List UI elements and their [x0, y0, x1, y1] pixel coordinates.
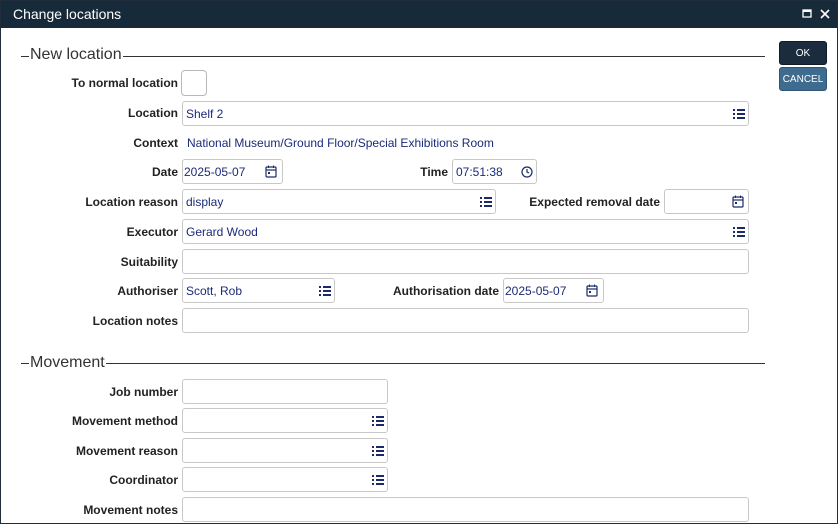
date-label: Date [151, 165, 178, 179]
coordinator-field[interactable] [182, 467, 388, 492]
movement-notes-field[interactable] [182, 497, 749, 522]
maximize-icon[interactable] [800, 6, 814, 22]
suitability-label: Suitability [120, 255, 178, 269]
location-reason-value: display [186, 195, 224, 209]
location-notes-label: Location notes [92, 314, 178, 328]
location-field[interactable]: Shelf 2 [182, 101, 749, 126]
clock-icon[interactable] [520, 164, 534, 179]
movement-reason-field[interactable] [182, 438, 388, 463]
movement-method-field[interactable] [182, 408, 388, 433]
authoriser-field[interactable]: Scott, Rob [182, 278, 335, 303]
movement-method-label: Movement method [71, 414, 178, 428]
section-title-new-location: New location [29, 46, 123, 64]
calendar-icon[interactable] [585, 283, 599, 298]
title-bar: Change locations [1, 1, 837, 28]
expected-removal-date-field[interactable] [664, 189, 749, 214]
authoriser-label: Authoriser [117, 284, 178, 298]
list-picker-icon[interactable] [371, 472, 385, 487]
to-normal-location-checkbox[interactable] [181, 70, 207, 96]
location-reason-field[interactable]: display [182, 189, 496, 214]
list-picker-icon[interactable] [732, 106, 746, 121]
ok-button[interactable]: OK [779, 41, 827, 65]
authorisation-date-label: Authorisation date [392, 284, 499, 298]
authorisation-date-field[interactable]: 2025-05-07 [503, 278, 604, 303]
context-label: Context [133, 136, 178, 150]
executor-field[interactable]: Gerard Wood [182, 219, 749, 244]
authorisation-date-value: 2025-05-07 [505, 284, 567, 298]
list-picker-icon[interactable] [371, 443, 385, 458]
calendar-icon[interactable] [731, 194, 745, 209]
section-divider [21, 56, 765, 57]
list-picker-icon[interactable] [318, 283, 332, 298]
location-label: Location [128, 106, 178, 120]
authoriser-value: Scott, Rob [186, 284, 243, 298]
list-picker-icon[interactable] [371, 413, 385, 428]
location-notes-field[interactable] [182, 308, 749, 333]
suitability-field[interactable] [182, 249, 749, 274]
job-number-label: Job number [109, 385, 178, 399]
list-picker-icon[interactable] [479, 194, 493, 209]
section-divider [21, 363, 765, 364]
close-icon[interactable] [818, 6, 832, 22]
location-value: Shelf 2 [186, 107, 224, 121]
time-value: 07:51:38 [456, 165, 503, 179]
date-value: 2025-05-07 [184, 165, 246, 179]
job-number-field[interactable] [182, 379, 388, 404]
section-title-movement: Movement [29, 354, 106, 372]
time-label: Time [420, 165, 448, 179]
dialog-title: Change locations [13, 6, 122, 22]
to-normal-location-label: To normal location [71, 76, 178, 90]
location-reason-label: Location reason [85, 195, 178, 209]
change-locations-dialog: Change locations OK CANCEL New location … [0, 0, 838, 524]
expected-removal-date-label: Expected removal date [529, 195, 660, 209]
cancel-button[interactable]: CANCEL [779, 67, 827, 91]
movement-notes-label: Movement notes [83, 503, 178, 517]
date-field[interactable]: 2025-05-07 [182, 159, 283, 184]
list-picker-icon[interactable] [732, 224, 746, 239]
executor-label: Executor [126, 225, 178, 239]
calendar-icon[interactable] [264, 164, 278, 179]
context-value: National Museum/Ground Floor/Special Exh… [187, 136, 494, 150]
coordinator-label: Coordinator [109, 473, 178, 487]
movement-reason-label: Movement reason [75, 444, 178, 458]
executor-value: Gerard Wood [186, 225, 258, 239]
time-field[interactable]: 07:51:38 [452, 159, 537, 184]
